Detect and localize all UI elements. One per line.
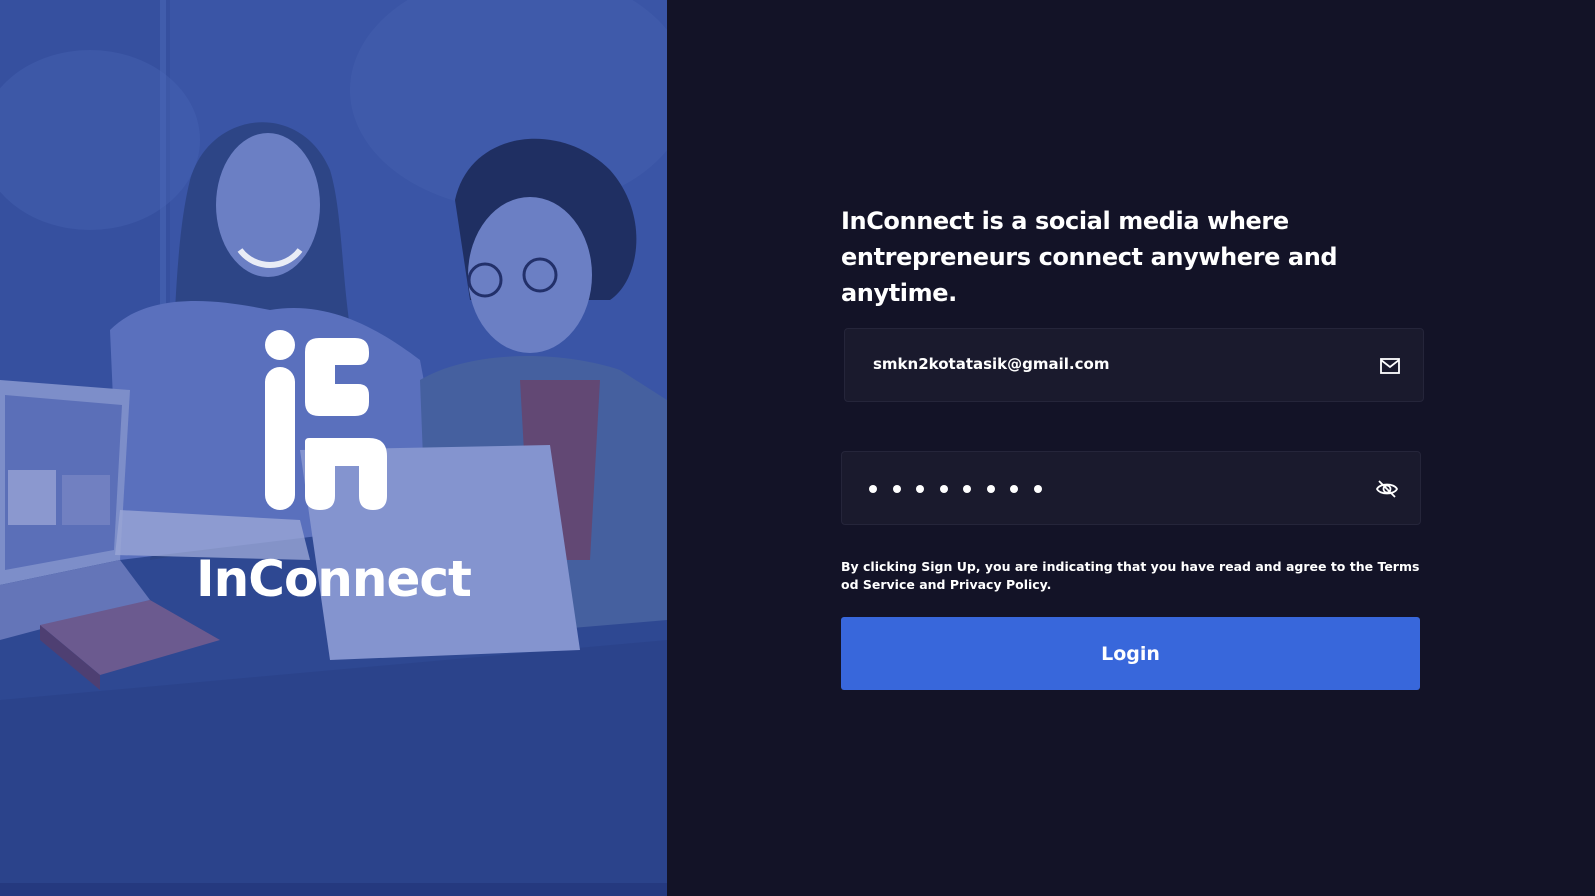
password-masked-value[interactable]: [869, 485, 1042, 493]
hero-panel: InConnect: [0, 0, 667, 896]
envelope-icon: [1380, 358, 1400, 374]
login-button[interactable]: Login: [841, 617, 1420, 690]
login-form: InConnect is a social media where entrep…: [841, 203, 1431, 690]
login-page: InConnect InConnect is a social media wh…: [0, 0, 1595, 896]
password-field[interactable]: [841, 451, 1421, 525]
eye-off-icon[interactable]: [1375, 477, 1399, 501]
tagline: InConnect is a social media where entrep…: [841, 207, 1338, 307]
hero-bottom-strip: [0, 883, 667, 896]
inconnect-logo-icon: [265, 330, 387, 510]
email-input[interactable]: [873, 355, 1353, 373]
terms-notice: By clicking Sign Up, you are indicating …: [841, 559, 1420, 592]
email-field[interactable]: [844, 328, 1424, 402]
brand-name: InConnect: [196, 550, 472, 608]
